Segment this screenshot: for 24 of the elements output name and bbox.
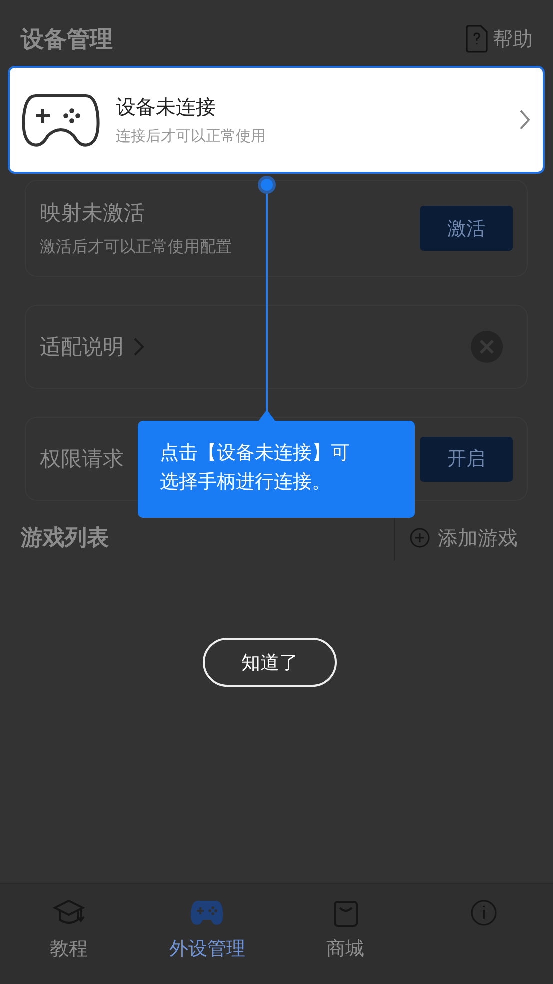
action-button[interactable]: 开启 <box>420 436 513 482</box>
nav-tab[interactable]: 商城 <box>276 884 415 984</box>
gamepad-icon <box>22 92 100 148</box>
chevron-right-icon <box>519 109 531 131</box>
section-title: 游戏列表 <box>21 525 110 553</box>
device-status-title: 设备未连接 <box>116 94 217 121</box>
nav-tab[interactable]: 教程 <box>0 884 138 984</box>
plus-circle-icon <box>410 528 430 548</box>
tooltip-text: 点击【设备未连接】可选择手柄进行连接。 <box>160 441 351 496</box>
page-title: 设备管理 <box>21 26 113 54</box>
chevron-right-icon <box>134 336 144 358</box>
card-title[interactable]: 适配说明 <box>40 333 124 361</box>
document-question-icon <box>465 25 489 53</box>
gamepad-icon <box>190 898 224 928</box>
device-card[interactable]: 设备未连接 连接后才可以正常使用 <box>8 66 545 174</box>
card-title: 映射未激活 <box>40 200 145 227</box>
add-game-button[interactable]: 添加游戏 <box>395 524 553 552</box>
nav-tab[interactable]: 外设管理 <box>138 884 276 984</box>
dismiss-button[interactable]: 知道了 <box>203 638 337 687</box>
help-button[interactable]: 帮助 <box>465 25 533 53</box>
card-title: 权限请求 <box>40 446 124 473</box>
device-status-subtitle: 连接后才可以正常使用 <box>116 127 267 146</box>
card-subtitle: 激活后才可以正常使用配置 <box>40 237 233 258</box>
action-button[interactable]: 激活 <box>420 206 513 251</box>
